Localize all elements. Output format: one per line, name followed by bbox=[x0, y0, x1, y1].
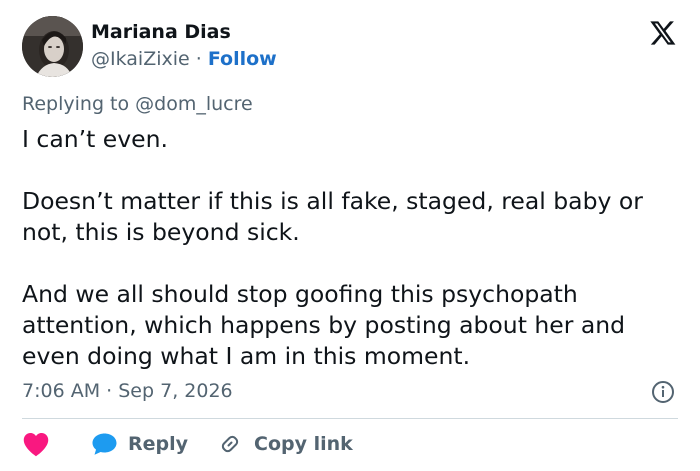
tweet-paragraph-1: I can’t even. bbox=[22, 125, 168, 153]
reply-target-handle[interactable]: @dom_lucre bbox=[135, 93, 253, 115]
link-icon bbox=[221, 435, 239, 453]
reply-label: Reply bbox=[128, 433, 189, 455]
avatar[interactable] bbox=[22, 16, 83, 77]
divider bbox=[22, 418, 678, 419]
tweet-paragraph-3: And we all should stop goofing this psyc… bbox=[22, 280, 626, 370]
action-bar: Reply Copy link bbox=[22, 431, 353, 457]
author-handle[interactable]: @IkaiZixie bbox=[91, 48, 190, 70]
handle-separator: · bbox=[195, 48, 202, 70]
copy-link-button[interactable]: Copy link bbox=[218, 432, 353, 456]
tweet-date: Sep 7, 2026 bbox=[118, 380, 233, 402]
copy-link-label: Copy link bbox=[254, 433, 353, 455]
tweet-card: Mariana Dias @IkaiZixie · Follow Replyin… bbox=[0, 0, 700, 471]
reply-button[interactable]: Reply bbox=[91, 432, 188, 456]
author-name[interactable]: Mariana Dias bbox=[91, 21, 231, 43]
speech-bubble-icon bbox=[92, 433, 117, 455]
tweet-time: 7:06 AM bbox=[22, 380, 101, 402]
tweet-timestamp[interactable]: 7:06 AM · Sep 7, 2026 bbox=[22, 380, 233, 402]
info-icon[interactable] bbox=[651, 380, 675, 404]
reply-context: Replying to @dom_lucre bbox=[22, 93, 253, 115]
follow-button[interactable]: Follow bbox=[208, 48, 277, 70]
timestamp-separator: · bbox=[106, 380, 113, 402]
tweet-text: I can’t even. Doesn’t matter if this is … bbox=[22, 124, 682, 372]
x-logo-icon[interactable] bbox=[648, 19, 676, 47]
reply-context-prefix: Replying to bbox=[22, 93, 130, 115]
like-button[interactable] bbox=[22, 431, 50, 457]
author-handle-line: @IkaiZixie · Follow bbox=[91, 48, 277, 70]
heart-icon bbox=[23, 433, 49, 457]
tweet-paragraph-2: Doesn’t matter if this is all fake, stag… bbox=[22, 187, 643, 246]
